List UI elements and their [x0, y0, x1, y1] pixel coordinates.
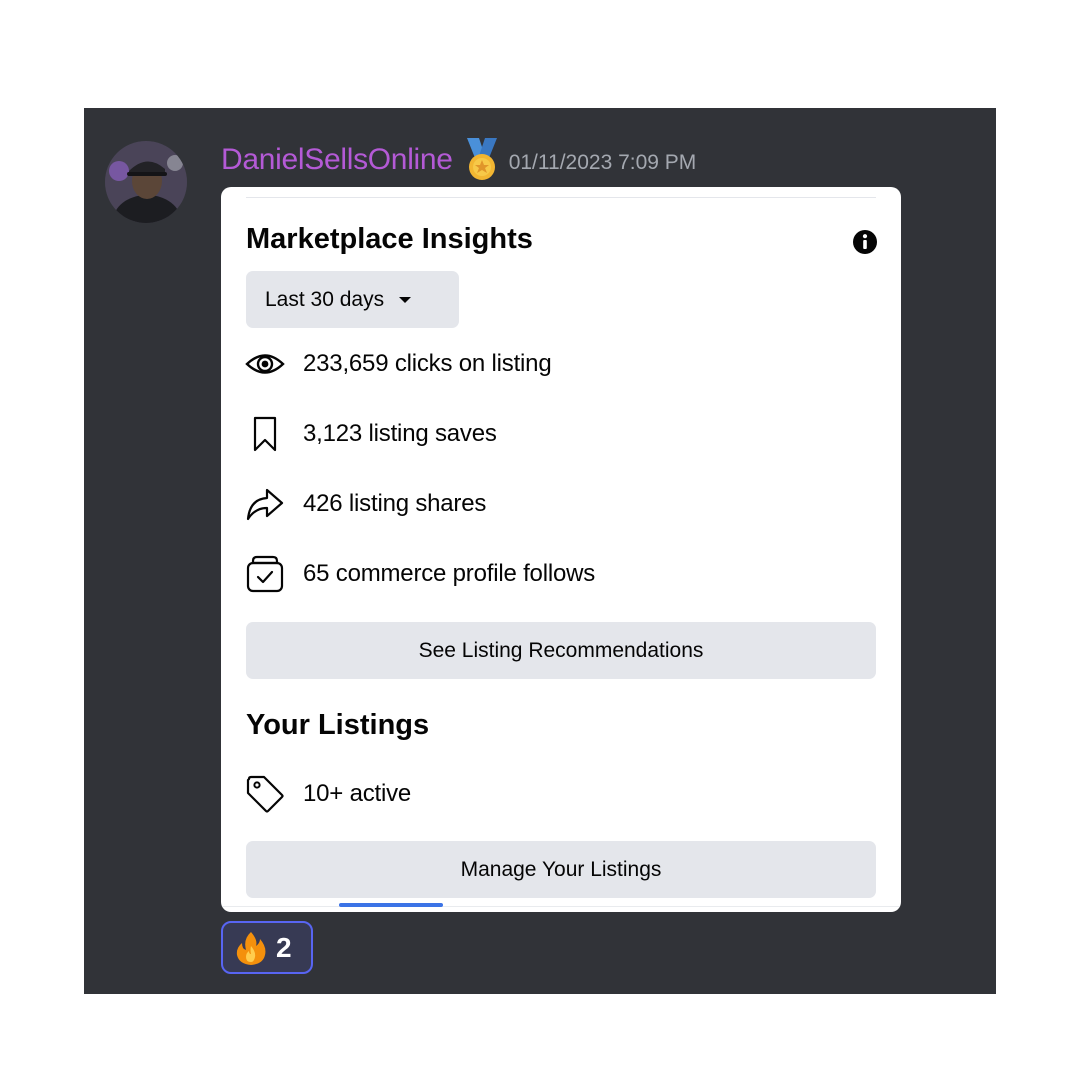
medal-icon: [466, 138, 497, 180]
active-listings-text: 10+ active: [303, 780, 412, 807]
share-icon: [246, 488, 284, 521]
reaction-fire[interactable]: 2: [221, 921, 313, 974]
eye-icon: [245, 354, 285, 374]
stat-text: 233,659 clicks on listing: [303, 350, 552, 377]
stat-clicks: 233,659 clicks on listing: [245, 344, 552, 384]
active-listings: 10+ active: [245, 774, 411, 814]
tab-indicator: [339, 903, 443, 907]
stat-text: 426 listing shares: [303, 490, 487, 517]
date-range-dropdown[interactable]: Last 30 days: [246, 271, 459, 328]
reaction-count: 2: [276, 931, 292, 963]
fire-icon: [236, 931, 266, 965]
divider: [221, 906, 901, 907]
commerce-profile-icon: [246, 555, 284, 593]
avatar[interactable]: [105, 141, 187, 223]
date-range-label: Last 30 days: [265, 287, 385, 311]
username[interactable]: DanielSellsOnline: [221, 143, 453, 177]
stat-saves: 3,123 listing saves: [245, 414, 497, 454]
insights-title: Marketplace Insights: [246, 223, 533, 255]
stat-text: 3,123 listing saves: [303, 420, 497, 447]
timestamp: 01/11/2023 7:09 PM: [508, 151, 697, 174]
stat-shares: 426 listing shares: [245, 484, 486, 524]
stat-follows: 65 commerce profile follows: [245, 554, 595, 594]
insights-card: Marketplace Insights Last 30 days 233,65…: [221, 187, 901, 912]
stat-text: 65 commerce profile follows: [303, 560, 596, 587]
see-recommendations-button[interactable]: See Listing Recommendations: [246, 622, 876, 679]
tag-icon: [246, 775, 284, 813]
divider: [246, 197, 876, 198]
info-icon[interactable]: [852, 229, 878, 255]
your-listings-title: Your Listings: [246, 709, 430, 741]
message-header: DanielSellsOnline 01/11/2023 7:09 PM: [221, 136, 696, 184]
caret-down-icon: [399, 296, 412, 303]
manage-listings-button[interactable]: Manage Your Listings: [246, 841, 876, 898]
bookmark-icon: [253, 416, 277, 452]
